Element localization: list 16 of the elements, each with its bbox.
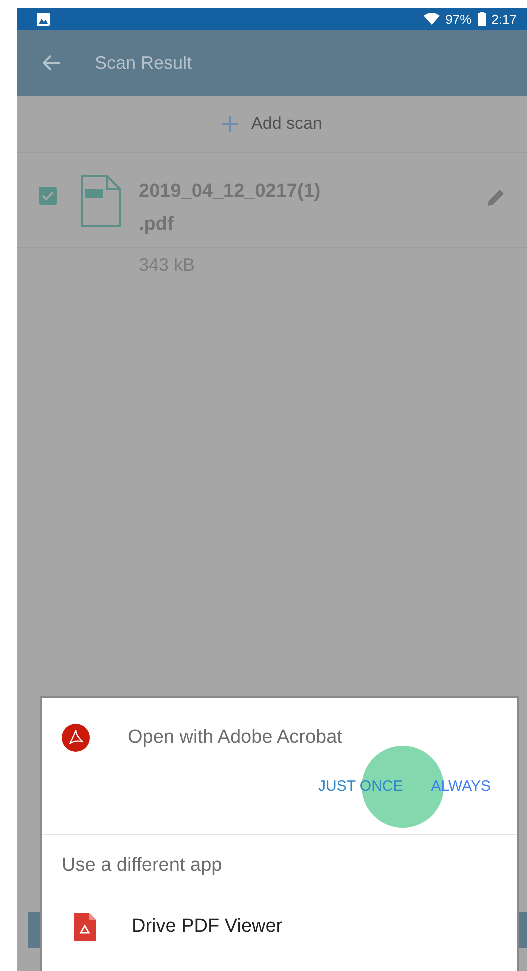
screen-title: Scan Result [95,52,192,74]
checkbox[interactable] [39,187,57,205]
pdf-file-icon [81,175,121,227]
section-heading: Use a different app [61,854,224,877]
checkmark-icon [42,191,54,201]
drive-pdf-app-icon [74,913,96,941]
plus-icon [222,116,238,132]
clock-time: 2:17 [492,12,517,26]
pencil-icon[interactable] [487,189,505,207]
battery-percent: 97% [446,12,472,26]
back-arrow-icon[interactable] [43,55,61,71]
acrobat-app-icon [62,724,90,752]
wifi-icon [424,13,440,25]
image-icon [37,12,50,26]
battery-icon [478,12,486,26]
dialog-title: Open with Adobe Acrobat [128,727,342,749]
